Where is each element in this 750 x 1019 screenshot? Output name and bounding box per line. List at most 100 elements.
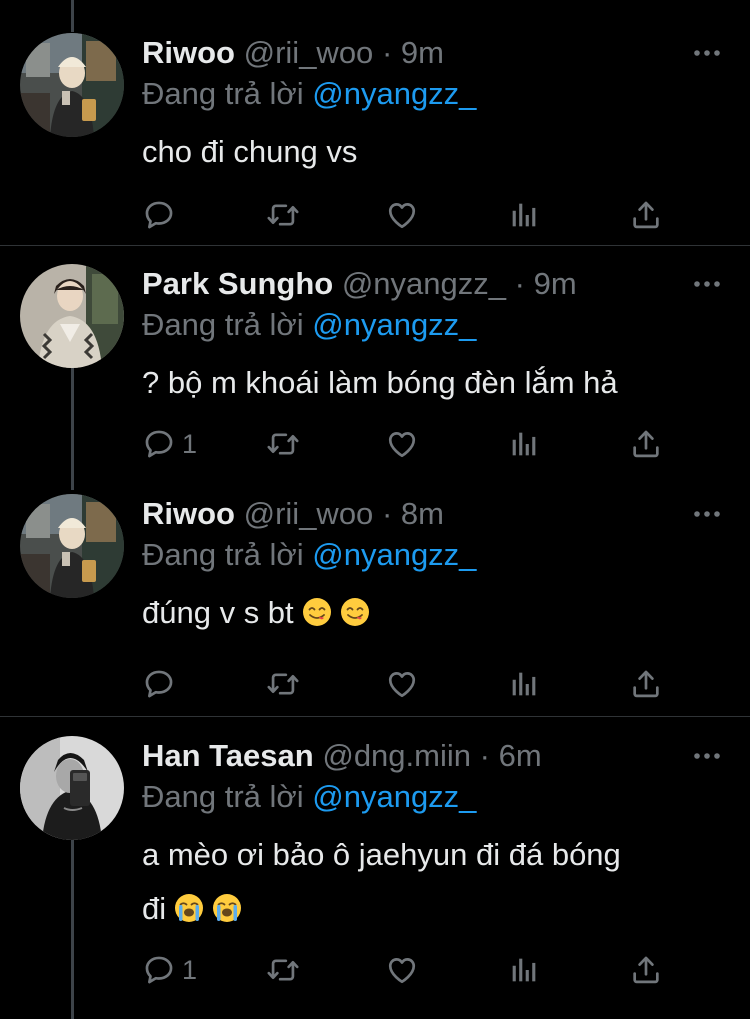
more-options-icon[interactable] bbox=[692, 276, 722, 292]
mention-link[interactable]: @nyangzz_ bbox=[312, 779, 476, 814]
tweet-text-content: cho đi chung vs bbox=[142, 134, 358, 169]
action-bar: 1 bbox=[142, 950, 682, 990]
like-icon bbox=[385, 667, 419, 701]
separator-dot: · bbox=[381, 496, 393, 531]
replying-to: Đang trả lời @nyangzz_ bbox=[142, 777, 476, 817]
user-handle[interactable]: @dng.miin bbox=[322, 738, 471, 773]
tweet-text: cho đi chung vs bbox=[142, 125, 722, 179]
replying-to-label: Đang trả lời bbox=[142, 307, 304, 342]
retweet-button[interactable] bbox=[266, 664, 300, 704]
tweet-text-content: đúng v s bt bbox=[142, 595, 294, 630]
avatar[interactable] bbox=[20, 33, 124, 137]
tweet-text: ? bộ m khoái làm bóng đèn lắm hả bbox=[142, 356, 722, 410]
tweet[interactable]: Han Taesan @dng.miin · 6m Đang trả lời @… bbox=[0, 736, 750, 1019]
avatar[interactable] bbox=[20, 736, 124, 840]
like-icon bbox=[385, 427, 419, 461]
reply-icon bbox=[142, 953, 176, 987]
mention-link[interactable]: @nyangzz_ bbox=[312, 307, 476, 342]
tweet-text-content: ? bộ m khoái làm bóng đèn lắm hả bbox=[142, 365, 618, 400]
reply-button[interactable] bbox=[142, 195, 176, 235]
reply-icon bbox=[142, 667, 176, 701]
display-name[interactable]: Park Sungho bbox=[142, 266, 333, 301]
retweet-icon bbox=[266, 198, 300, 232]
retweet-button[interactable] bbox=[266, 424, 300, 464]
replying-to: Đang trả lời @nyangzz_ bbox=[142, 74, 476, 114]
reply-button[interactable]: 1 bbox=[142, 950, 197, 990]
reply-icon bbox=[142, 198, 176, 232]
tweet-text-line: a mèo ơi bảo ô jaehyun đi đá bóng bbox=[142, 837, 621, 872]
user-handle[interactable]: @nyangzz_ bbox=[342, 266, 506, 301]
retweet-icon bbox=[266, 953, 300, 987]
timestamp[interactable]: 8m bbox=[401, 496, 444, 531]
mention-link[interactable]: @nyangzz_ bbox=[312, 537, 476, 572]
share-button[interactable] bbox=[629, 664, 663, 704]
separator-dot: · bbox=[514, 266, 525, 301]
reply-button[interactable]: 1 bbox=[142, 424, 197, 464]
display-name[interactable]: Riwoo bbox=[142, 35, 235, 70]
more-options-icon[interactable] bbox=[692, 506, 722, 522]
like-icon bbox=[385, 198, 419, 232]
retweet-icon bbox=[266, 427, 300, 461]
mention-link[interactable]: @nyangzz_ bbox=[312, 76, 476, 111]
divider bbox=[0, 245, 750, 246]
share-button[interactable] bbox=[629, 424, 663, 464]
reply-count: 1 bbox=[182, 428, 198, 459]
tweet-text: đúng v s bt bbox=[142, 586, 722, 640]
like-button[interactable] bbox=[385, 664, 419, 704]
action-bar bbox=[142, 195, 682, 235]
like-button[interactable] bbox=[385, 195, 419, 235]
tweet[interactable]: Riwoo @rii_woo · 9m Đang trả lời @nyangz… bbox=[0, 33, 750, 245]
timestamp[interactable]: 9m bbox=[401, 35, 444, 70]
user-handle[interactable]: @rii_woo bbox=[244, 496, 374, 531]
display-name[interactable]: Riwoo bbox=[142, 496, 235, 531]
more-options-icon[interactable] bbox=[692, 748, 722, 764]
retweet-button[interactable] bbox=[266, 195, 300, 235]
share-button[interactable] bbox=[629, 950, 663, 990]
tweet-text: a mèo ơi bảo ô jaehyun đi đá bóng đi bbox=[142, 828, 722, 936]
analytics-button[interactable] bbox=[507, 424, 541, 464]
tweet-header: Riwoo @rii_woo · 9m bbox=[142, 33, 444, 73]
reply-button[interactable] bbox=[142, 664, 176, 704]
replying-to-label: Đang trả lời bbox=[142, 537, 304, 572]
reply-count: 1 bbox=[182, 954, 198, 985]
replying-to: Đang trả lời @nyangzz_ bbox=[142, 305, 476, 345]
tweet[interactable]: Riwoo @rii_woo · 8m Đang trả lời @nyangz… bbox=[0, 494, 750, 714]
analytics-icon bbox=[507, 427, 541, 461]
tweet[interactable]: Park Sungho @nyangzz_ · 9m Đang trả lời … bbox=[0, 264, 750, 476]
tweet-text-content: đi bbox=[142, 891, 167, 926]
yum-emoji bbox=[302, 597, 332, 627]
timestamp[interactable]: 9m bbox=[534, 266, 577, 301]
avatar[interactable] bbox=[20, 264, 124, 368]
like-button[interactable] bbox=[385, 424, 419, 464]
timestamp[interactable]: 6m bbox=[499, 738, 542, 773]
replying-to: Đang trả lời @nyangzz_ bbox=[142, 535, 476, 575]
user-handle[interactable]: @rii_woo bbox=[244, 35, 374, 70]
replying-to-label: Đang trả lời bbox=[142, 779, 304, 814]
tweet-text-line-2: đi bbox=[142, 882, 722, 936]
retweet-icon bbox=[266, 667, 300, 701]
reply-icon bbox=[142, 427, 176, 461]
display-name[interactable]: Han Taesan bbox=[142, 738, 314, 773]
retweet-button[interactable] bbox=[266, 950, 300, 990]
loudly-crying-emoji bbox=[174, 893, 204, 923]
yum-emoji bbox=[340, 597, 370, 627]
replying-to-label: Đang trả lời bbox=[142, 76, 304, 111]
separator-dot: · bbox=[479, 738, 490, 773]
share-icon bbox=[629, 667, 663, 701]
tweet-header: Park Sungho @nyangzz_ · 9m bbox=[142, 264, 577, 304]
avatar[interactable] bbox=[20, 494, 124, 598]
thread-line bbox=[71, 0, 74, 32]
loudly-crying-emoji bbox=[212, 893, 242, 923]
analytics-button[interactable] bbox=[507, 195, 541, 235]
like-icon bbox=[385, 953, 419, 987]
analytics-icon bbox=[507, 667, 541, 701]
more-options-icon[interactable] bbox=[692, 45, 722, 61]
share-button[interactable] bbox=[629, 195, 663, 235]
like-button[interactable] bbox=[385, 950, 419, 990]
analytics-button[interactable] bbox=[507, 664, 541, 704]
tweet-header: Han Taesan @dng.miin · 6m bbox=[142, 736, 542, 776]
analytics-button[interactable] bbox=[507, 950, 541, 990]
action-bar bbox=[142, 664, 682, 704]
separator-dot: · bbox=[381, 35, 393, 70]
analytics-icon bbox=[507, 198, 541, 232]
